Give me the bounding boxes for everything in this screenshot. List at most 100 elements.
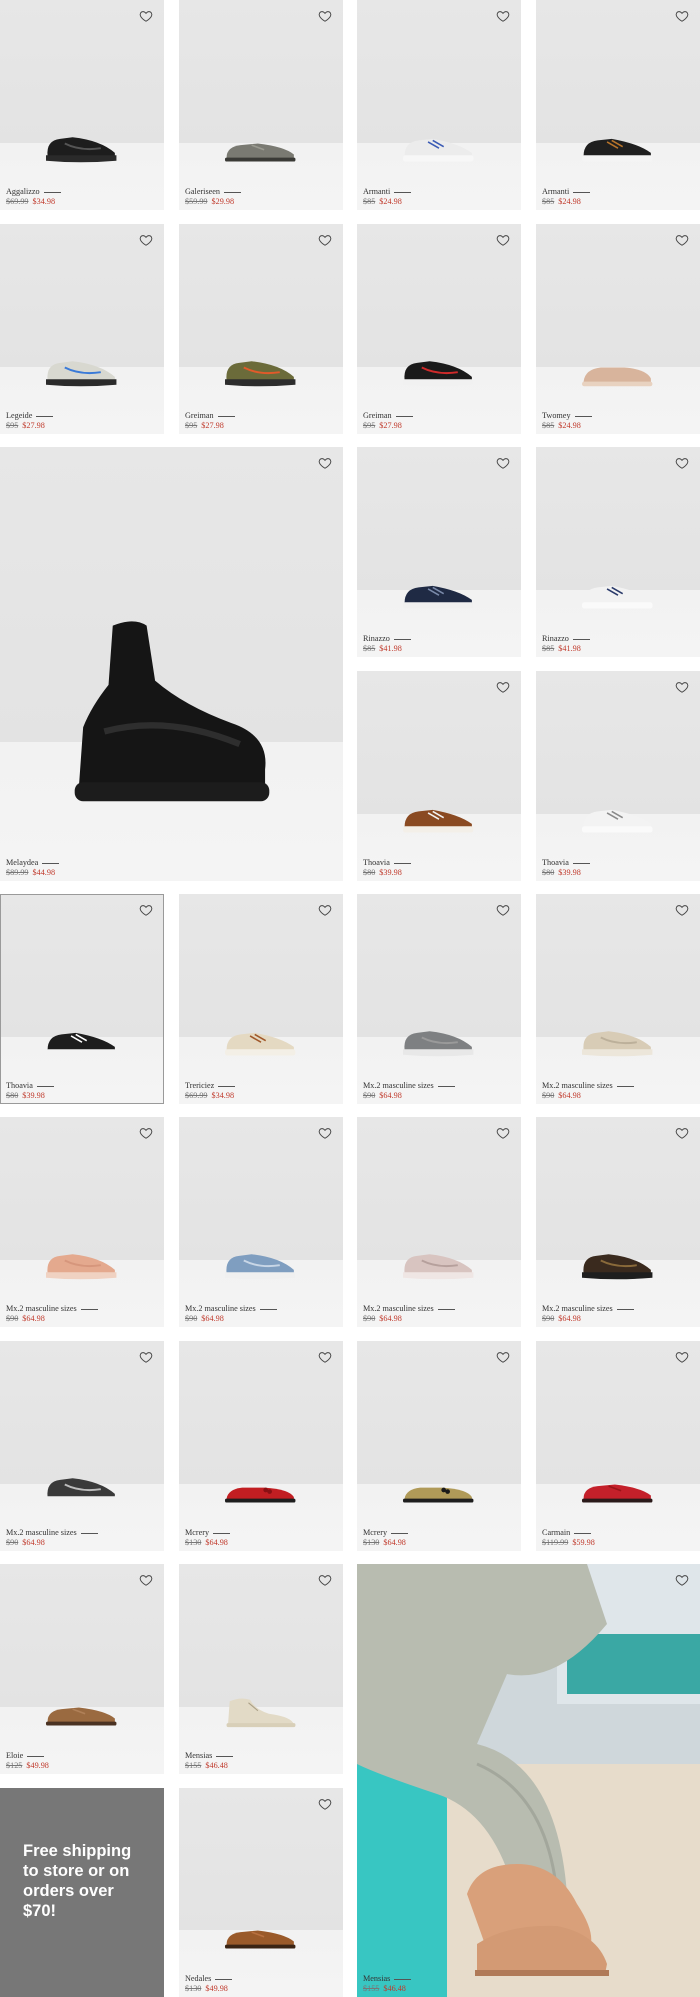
product-name[interactable]: Aggalizzo — [6, 187, 61, 197]
wishlist-heart-icon[interactable] — [496, 456, 510, 470]
product-card[interactable]: Mcrery $130 $64.98 — [357, 1341, 521, 1551]
wishlist-heart-icon[interactable] — [496, 903, 510, 917]
product-card[interactable]: Aggalizzo $69.99 $34.98 — [0, 0, 164, 210]
product-name[interactable]: Eloie — [6, 1751, 49, 1761]
product-card[interactable]: Greiman $95 $27.98 — [179, 224, 343, 434]
product-name[interactable]: Twomey — [542, 411, 592, 421]
product-card[interactable]: Melaydea $89.99 $44.98 — [0, 447, 343, 881]
product-name[interactable]: Galeriseen — [185, 187, 241, 197]
wishlist-heart-icon[interactable] — [675, 680, 689, 694]
product-info: Rinazzo $85 $41.98 — [542, 634, 590, 654]
product-card[interactable]: Nedales $130 $49.98 — [179, 1788, 343, 1997]
product-card[interactable]: Legeide $95 $27.98 — [0, 224, 164, 434]
product-card[interactable]: Mx.2 masculine sizes $90 $64.98 — [536, 1117, 700, 1327]
wishlist-heart-icon[interactable] — [318, 903, 332, 917]
product-info: Mx.2 masculine sizes $90 $64.98 — [542, 1304, 634, 1324]
product-card[interactable]: Mensias $155 $46.48 — [357, 1564, 700, 1997]
product-card[interactable]: Mcrery $130 $64.98 — [179, 1341, 343, 1551]
wishlist-heart-icon[interactable] — [318, 9, 332, 23]
product-card[interactable]: Eloie $125 $49.98 — [0, 1564, 164, 1774]
wishlist-heart-icon[interactable] — [139, 903, 153, 917]
wishlist-heart-icon[interactable] — [496, 1126, 510, 1140]
product-name[interactable]: Armanti — [363, 187, 411, 197]
wishlist-heart-icon[interactable] — [496, 9, 510, 23]
product-card[interactable]: Armanti $85 $24.98 — [357, 0, 521, 210]
wishlist-heart-icon[interactable] — [675, 456, 689, 470]
product-card[interactable]: Mx.2 masculine sizes $90 $64.98 — [0, 1117, 164, 1327]
wishlist-heart-icon[interactable] — [675, 1126, 689, 1140]
product-name[interactable]: Thoavia — [542, 858, 590, 868]
product-name[interactable]: Mx.2 masculine sizes — [542, 1304, 634, 1314]
product-name[interactable]: Mx.2 masculine sizes — [185, 1304, 277, 1314]
product-info: Mx.2 masculine sizes $90 $64.98 — [185, 1304, 277, 1324]
product-name[interactable]: Melaydea — [6, 858, 59, 868]
product-name[interactable]: Rinazzo — [363, 634, 411, 644]
wishlist-heart-icon[interactable] — [318, 1573, 332, 1587]
product-name[interactable]: Rinazzo — [542, 634, 590, 644]
product-card[interactable]: Twomey $85 $24.98 — [536, 224, 700, 434]
wishlist-heart-icon[interactable] — [675, 1350, 689, 1364]
wishlist-heart-icon[interactable] — [496, 233, 510, 247]
product-card[interactable]: Thoavia $80 $39.98 — [357, 671, 521, 881]
product-name[interactable]: Thoavia — [363, 858, 411, 868]
sale-price: $27.98 — [22, 421, 45, 430]
product-name[interactable]: Mcrery — [363, 1528, 408, 1538]
product-card[interactable]: Rinazzo $85 $41.98 — [536, 447, 700, 657]
sale-price: $64.98 — [201, 1314, 224, 1323]
product-card[interactable]: Greiman $95 $27.98 — [357, 224, 521, 434]
product-card[interactable]: Thoavia $80 $39.98 — [536, 671, 700, 881]
product-name[interactable]: Mx.2 masculine sizes — [363, 1304, 455, 1314]
wishlist-heart-icon[interactable] — [675, 9, 689, 23]
wishlist-heart-icon[interactable] — [139, 233, 153, 247]
product-grid: Aggalizzo $69.99 $34.98 Galeriseen $59.99… — [0, 0, 700, 1997]
product-card[interactable]: Carmain $119.99 $59.98 — [536, 1341, 700, 1551]
product-name[interactable]: Mcrery — [185, 1528, 230, 1538]
wishlist-heart-icon[interactable] — [318, 1126, 332, 1140]
sale-price: $27.98 — [201, 421, 224, 430]
product-card[interactable]: Mx.2 masculine sizes $90 $64.98 — [179, 1117, 343, 1327]
wishlist-heart-icon[interactable] — [139, 1350, 153, 1364]
wishlist-heart-icon[interactable] — [318, 1350, 332, 1364]
product-card[interactable]: Thoavia $80 $39.98 — [0, 894, 164, 1104]
wishlist-heart-icon[interactable] — [496, 680, 510, 694]
wishlist-heart-icon[interactable] — [139, 1126, 153, 1140]
product-card[interactable]: Mx.2 masculine sizes $90 $64.98 — [0, 1341, 164, 1551]
product-name[interactable]: Mx.2 masculine sizes — [542, 1081, 634, 1091]
product-card[interactable]: Armanti $85 $24.98 — [536, 0, 700, 210]
product-name[interactable]: Greiman — [363, 411, 413, 421]
product-card[interactable]: Rinazzo $85 $41.98 — [357, 447, 521, 657]
wishlist-heart-icon[interactable] — [496, 1350, 510, 1364]
product-name[interactable]: Mx.2 masculine sizes — [6, 1528, 98, 1538]
lifestyle-photo — [357, 1564, 700, 1997]
product-name[interactable]: Legeide — [6, 411, 53, 421]
wishlist-heart-icon[interactable] — [318, 1797, 332, 1811]
shoe-image — [220, 355, 302, 394]
product-card[interactable]: Mensias $155 $46.48 — [179, 1564, 343, 1774]
wishlist-heart-icon[interactable] — [139, 1573, 153, 1587]
product-name[interactable]: Mx.2 masculine sizes — [6, 1304, 98, 1314]
original-price: $130 — [185, 1984, 202, 1993]
sale-price: $24.98 — [379, 197, 402, 206]
product-card[interactable]: Trericiez $69.99 $34.98 — [179, 894, 343, 1104]
product-card[interactable]: Galeriseen $59.99 $29.98 — [179, 0, 343, 210]
product-info: Thoavia $80 $39.98 — [6, 1081, 54, 1101]
product-name[interactable]: Trericiez — [185, 1081, 235, 1091]
product-name[interactable]: Nedales — [185, 1974, 232, 1984]
wishlist-heart-icon[interactable] — [139, 9, 153, 23]
product-name[interactable]: Armanti — [542, 187, 590, 197]
wishlist-heart-icon[interactable] — [675, 1573, 689, 1587]
product-card[interactable]: Mx.2 masculine sizes $90 $64.98 — [357, 1117, 521, 1327]
product-name[interactable]: Greiman — [185, 411, 235, 421]
wishlist-heart-icon[interactable] — [318, 233, 332, 247]
wishlist-heart-icon[interactable] — [675, 903, 689, 917]
product-name[interactable]: Mx.2 masculine sizes — [363, 1081, 455, 1091]
product-name[interactable]: Carmain — [542, 1528, 595, 1538]
free-shipping-promo[interactable]: Free shipping to store or on orders over… — [0, 1788, 164, 1997]
product-name[interactable]: Mensias — [363, 1974, 411, 1984]
product-card[interactable]: Mx.2 masculine sizes $90 $64.98 — [536, 894, 700, 1104]
wishlist-heart-icon[interactable] — [318, 456, 332, 470]
product-name[interactable]: Thoavia — [6, 1081, 54, 1091]
product-card[interactable]: Mx.2 masculine sizes $90 $64.98 — [357, 894, 521, 1104]
product-name[interactable]: Mensias — [185, 1751, 233, 1761]
wishlist-heart-icon[interactable] — [675, 233, 689, 247]
